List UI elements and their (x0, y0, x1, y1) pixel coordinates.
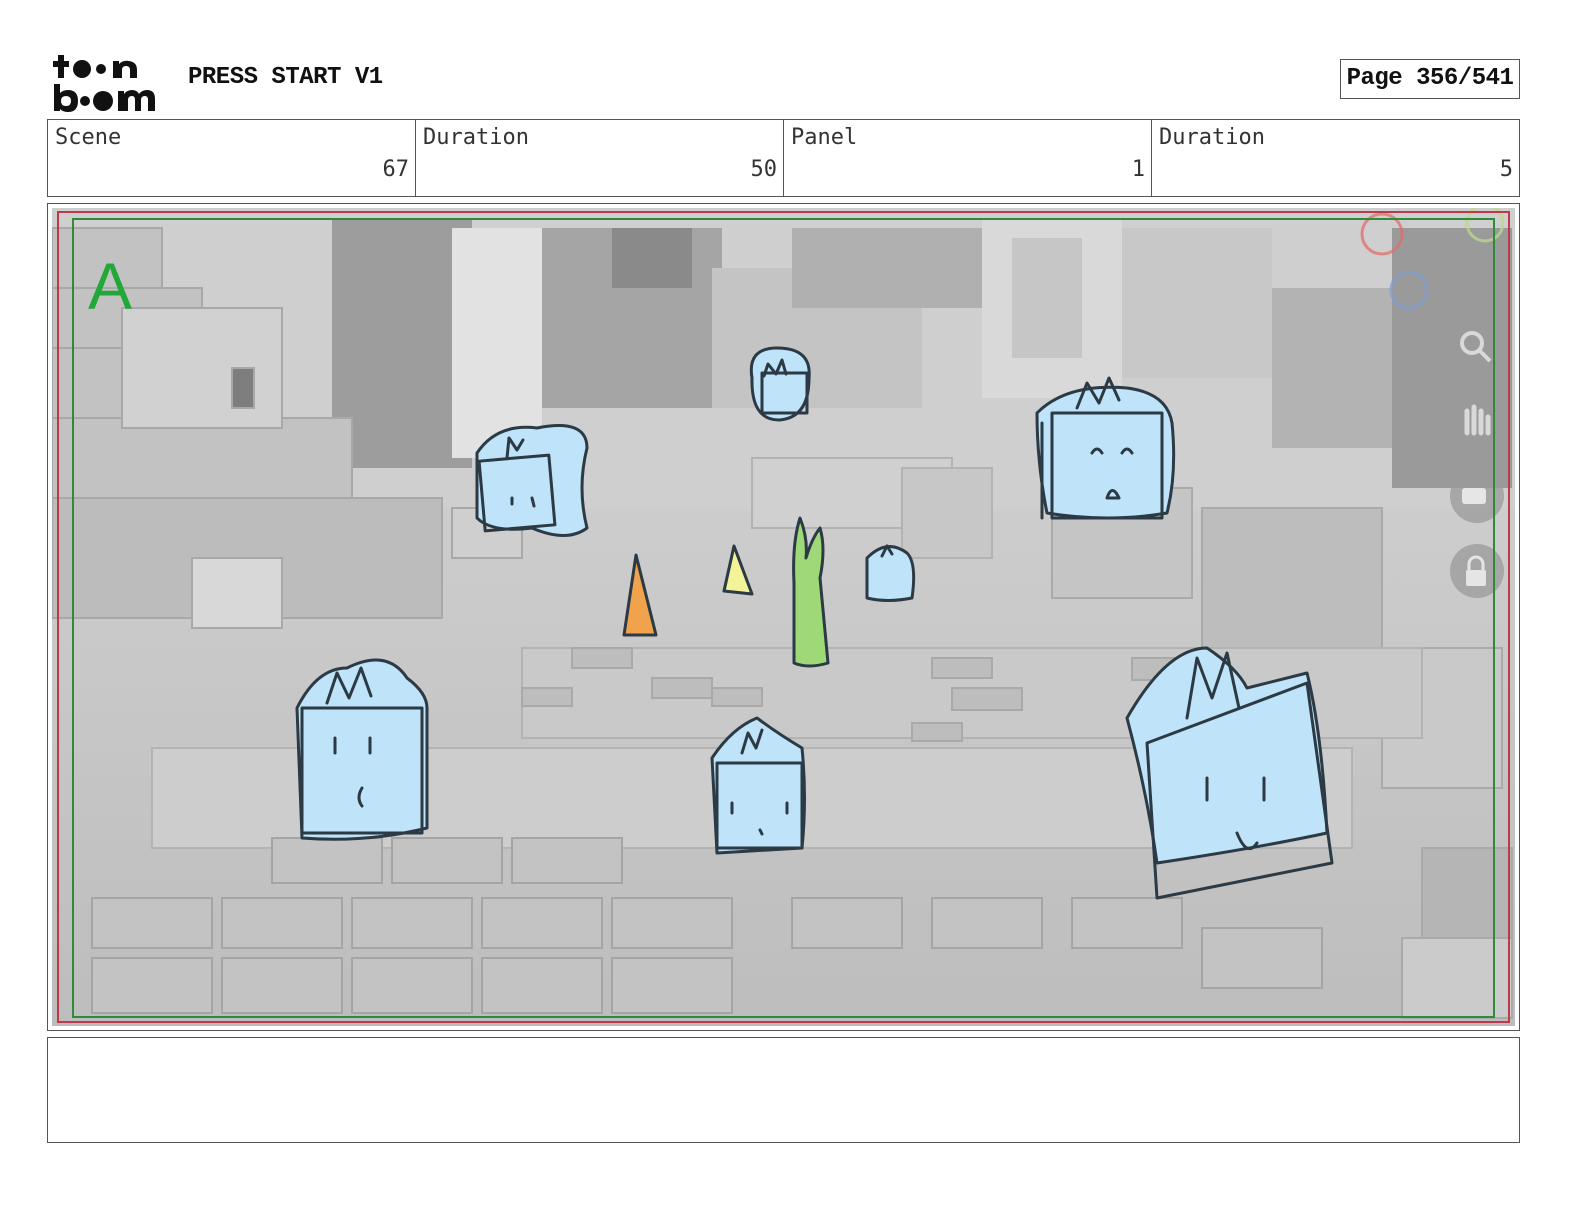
camera-label: A (88, 249, 132, 323)
panel-value: 1 (1131, 157, 1145, 182)
scene-info-table: Scene 67 Duration 50 Panel 1 Duration 5 (47, 119, 1520, 197)
page-indicator: Page 356/541 (1340, 59, 1520, 99)
project-title: PRESS START V1 (188, 64, 383, 91)
character-cube-right-upper (1035, 376, 1176, 520)
toon-boom-logo (53, 55, 155, 112)
scene-duration-label: Duration (423, 125, 529, 150)
scene-value: 67 (382, 157, 410, 182)
character-cube-left (475, 424, 589, 537)
panel-cell: Panel 1 (784, 120, 1152, 196)
panel-duration-cell: Duration 5 (1152, 120, 1519, 196)
scene-cell: Scene 67 (48, 120, 416, 196)
storyboard-panel: A (47, 203, 1520, 1031)
character-cube-small (865, 544, 916, 602)
lock-icon (1466, 570, 1486, 586)
scene-duration-cell: Duration 50 (416, 120, 784, 196)
panel-duration-value: 5 (1499, 157, 1513, 182)
scene-label: Scene (55, 125, 122, 150)
camera-icon (1462, 488, 1486, 504)
scene-duration-value: 50 (750, 157, 778, 182)
panel-label: Panel (791, 125, 858, 150)
panel-duration-label: Duration (1159, 125, 1265, 150)
panel-artwork: A (52, 208, 1515, 1026)
character-cube-left-lower (295, 658, 429, 841)
character-cube-far (749, 346, 811, 422)
notes-box (47, 1037, 1520, 1143)
